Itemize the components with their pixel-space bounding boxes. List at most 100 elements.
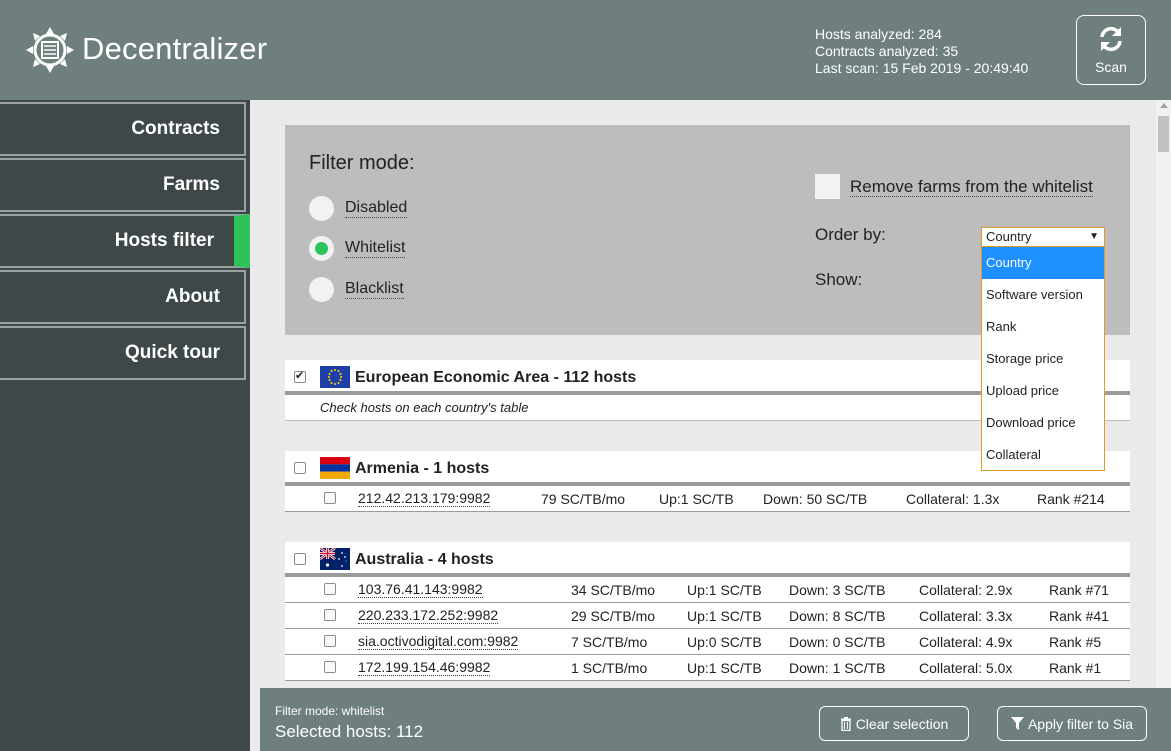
apply-filter-label: Apply filter to Sia [1027,715,1134,732]
country-checkbox[interactable] [294,553,306,565]
host-rank: Rank #1 [1049,660,1102,676]
host-upload: Up:1 SC/TB [687,582,762,598]
app-title: Decentralizer [82,31,268,66]
dropdown-arrow-icon: ▼ [1089,231,1099,242]
hosts-analyzed: Hosts analyzed: 284 [815,26,942,42]
sidebar-item-about[interactable]: About [0,270,246,324]
dropdown-option-collateral[interactable]: Collateral [982,439,1104,471]
app-header: Decentralizer Hosts analyzed: 284 Contra… [0,0,1171,100]
host-checkbox[interactable] [324,609,336,621]
country-checkbox[interactable] [294,462,306,474]
apply-filter-button[interactable]: Apply filter to Sia [997,706,1147,741]
host-price: 7 SC/TB/mo [571,634,648,650]
radio-label[interactable]: Whitelist [345,239,406,258]
dropdown-option-rank[interactable]: Rank [982,311,1104,343]
footer-filter-mode: Filter mode: whitelist [275,704,385,718]
sidebar-item-contracts[interactable]: Contracts [0,102,246,156]
sidebar-item-label: Hosts filter [114,230,214,251]
dropdown-option-upload-price[interactable]: Upload price [982,375,1104,407]
host-address-link[interactable]: 103.76.41.143:9982 [358,582,483,598]
sidebar-item-label: Quick tour [124,342,220,363]
trash-icon [840,716,851,731]
order-by-selected: Country [986,229,1032,244]
host-checkbox[interactable] [324,583,336,595]
clear-selection-label: Clear selection [855,715,949,732]
host-checkbox[interactable] [324,492,336,504]
host-download: Down: 8 SC/TB [789,608,886,624]
scan-button[interactable]: Scan [1076,15,1146,85]
country-block-australia: Australia - 4 hosts 103.76.41.143:9982 3… [285,542,1130,681]
sidebar-item-farms[interactable]: Farms [0,158,246,212]
radio-button[interactable] [309,235,334,261]
radio-blacklist[interactable]: Blacklist [309,276,404,302]
remove-farms-label[interactable]: Remove farms from the whitelist [850,177,1093,197]
host-row: 220.233.172.252:9982 29 SC/TB/mo Up:1 SC… [285,603,1130,629]
host-collateral: Collateral: 5.0x [919,660,1013,676]
country-name: European Economic Area - 112 hosts [355,369,637,386]
show-label: Show: [815,270,863,289]
country-name: Australia - 4 hosts [355,551,494,568]
filter-icon [1010,717,1024,730]
decentralizer-logo-icon [26,27,74,73]
last-scan: Last scan: 15 Feb 2019 - 20:49:40 [815,60,1029,76]
host-rank: Rank #5 [1049,634,1102,650]
radio-button[interactable] [309,276,334,302]
host-row: 103.76.41.143:9982 34 SC/TB/mo Up:1 SC/T… [285,577,1130,603]
scroll-thumb[interactable] [1158,116,1169,152]
scan-stats: Hosts analyzed: 284 Contracts analyzed: … [815,26,1028,77]
country-name: Armenia - 1 hosts [355,460,490,477]
host-checkbox[interactable] [324,635,336,647]
sidebar-item-label: Contracts [131,118,220,139]
sidebar-item-hosts-filter[interactable]: Hosts filter [0,214,250,268]
host-upload: Up:1 SC/TB [687,608,762,624]
host-row: sia.octivodigital.com:9982 7 SC/TB/mo Up… [285,629,1130,655]
sidebar-item-label: Farms [162,174,220,195]
dropdown-option-download-price[interactable]: Download price [982,407,1104,439]
host-upload: Up:1 SC/TB [659,491,734,507]
order-by-select[interactable]: Country ▼ [981,227,1105,247]
clear-selection-button[interactable]: Clear selection [819,706,969,741]
eea-checkbox[interactable] [294,369,306,383]
country-header: Australia - 4 hosts [285,542,1130,577]
host-collateral: Collateral: 3.3x [919,608,1013,624]
host-price: 34 SC/TB/mo [571,582,656,598]
scan-button-label: Scan [1095,59,1127,75]
radio-disabled[interactable]: Disabled [309,195,408,221]
host-download: Down: 3 SC/TB [789,582,886,598]
sidebar: Contracts Farms Hosts filter About Quick… [0,100,250,751]
host-collateral: Collateral: 2.9x [919,582,1013,598]
host-download: Down: 50 SC/TB [763,491,868,507]
host-address-link[interactable]: 172.199.154.46:9982 [358,660,491,676]
contracts-analyzed: Contracts analyzed: 35 [815,43,959,59]
dropdown-option-storage-price[interactable]: Storage price [982,343,1104,375]
order-by-label: Order by: [815,225,886,244]
host-row: 172.199.154.46:9982 1 SC/TB/mo Up:1 SC/T… [285,655,1130,681]
host-rank: Rank #71 [1049,582,1109,598]
radio-whitelist[interactable]: Whitelist [309,235,406,261]
remove-farms-checkbox[interactable] [815,174,840,199]
host-rank: Rank #41 [1049,608,1109,624]
host-address-link[interactable]: sia.octivodigital.com:9982 [358,634,519,650]
filter-mode-title: Filter mode: [309,152,415,174]
refresh-icon [1100,26,1122,52]
radio-label[interactable]: Blacklist [345,280,404,299]
main-scrollbar[interactable] [1156,100,1171,688]
footer-selected-hosts: Selected hosts: 112 [275,722,424,741]
host-checkbox[interactable] [324,661,336,673]
dropdown-option-software-version[interactable]: Software version [982,279,1104,311]
radio-label[interactable]: Disabled [345,199,408,218]
host-price: 79 SC/TB/mo [541,491,626,507]
host-download: Down: 1 SC/TB [789,660,886,676]
host-address-link[interactable]: 212.42.213.179:9982 [358,491,491,507]
host-address-link[interactable]: 220.233.172.252:9982 [358,608,499,624]
radio-button[interactable] [309,195,334,221]
australia-flag-icon [320,548,350,570]
host-download: Down: 0 SC/TB [789,634,886,650]
order-by-dropdown: Country Software version Rank Storage pr… [981,247,1105,471]
scroll-up-arrow-icon[interactable] [1160,103,1168,108]
host-upload: Up:1 SC/TB [687,660,762,676]
sidebar-item-label: About [165,286,220,307]
dropdown-option-country[interactable]: Country [982,247,1104,279]
footer-bar: Filter mode: whitelist Selected hosts: 1… [260,688,1171,751]
sidebar-item-quick-tour[interactable]: Quick tour [0,326,246,380]
